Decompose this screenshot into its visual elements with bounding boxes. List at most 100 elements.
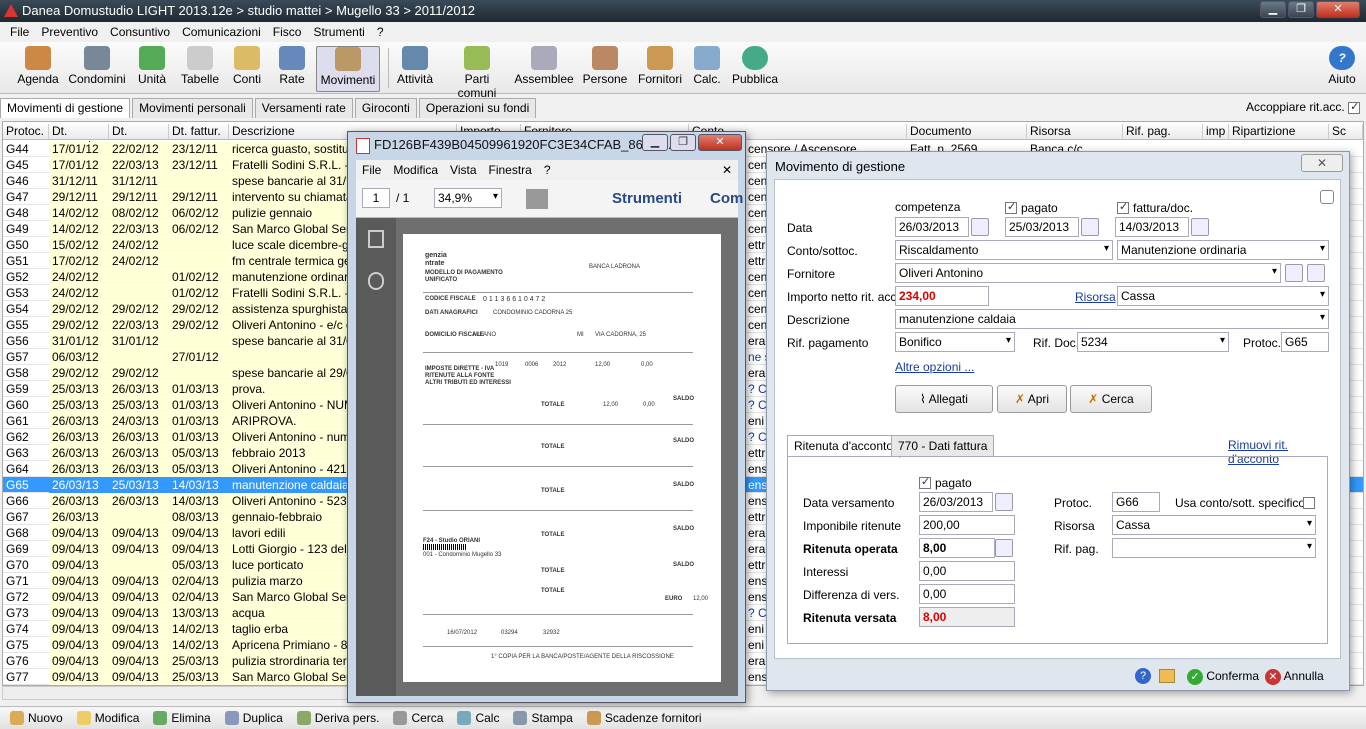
stampa-button[interactable]: Stampa <box>513 711 573 725</box>
duplica-button[interactable]: Duplica <box>224 711 283 725</box>
toolbar-fornitori[interactable]: Fornitori <box>636 46 684 92</box>
menu-consuntivo[interactable]: Consuntivo <box>104 22 176 42</box>
toolbar-attivita[interactable]: Attività <box>394 46 436 92</box>
toolbar-agenda[interactable]: Agenda <box>14 46 62 92</box>
commenti-tab[interactable]: Com <box>710 190 743 207</box>
col-imp[interactable]: imp <box>1203 124 1229 140</box>
rif-doc-input[interactable]: 5234 <box>1077 332 1229 352</box>
importo-input[interactable]: 234,00 <box>895 286 989 306</box>
ritenuta-operata-input[interactable]: 8,00 <box>919 538 995 558</box>
col-risorsa[interactable]: Risorsa <box>1027 124 1123 140</box>
tab-ritenuta-acconto[interactable]: Ritenuta d'acconto <box>787 435 901 458</box>
nuovo-button[interactable]: Nuovo <box>10 711 63 725</box>
toolbar-unita[interactable]: Unità <box>132 46 172 92</box>
calendar-icon[interactable] <box>1191 218 1209 236</box>
conto-select[interactable]: Riscaldamento <box>895 240 1113 260</box>
maximize-button[interactable]: ❐ <box>1288 1 1314 18</box>
protoc-input[interactable]: G65 <box>1281 332 1329 352</box>
ritenuta-pagato-checkbox[interactable] <box>919 475 931 489</box>
interessi-input[interactable]: 0,00 <box>919 561 1015 581</box>
menu-help[interactable]: ? <box>371 22 390 42</box>
menu-file[interactable]: File <box>4 22 35 42</box>
fornitore-select[interactable]: Oliveri Antonino <box>895 263 1281 283</box>
rif-pagamento-select[interactable]: Bonifico <box>895 332 1015 352</box>
col-protoc[interactable]: Protoc. <box>3 124 49 140</box>
pdf-menu-modifica[interactable]: Modifica <box>387 160 444 180</box>
calendar-icon[interactable] <box>971 218 989 236</box>
data-versamento-input[interactable]: 26/03/2013 <box>919 492 993 512</box>
cerca-button[interactable]: Cerca <box>393 711 443 725</box>
tab-770-dati-fattura[interactable]: 770 - Dati fattura <box>891 435 995 457</box>
risorsa-select[interactable]: Cassa <box>1117 286 1329 306</box>
col-dt-pagam[interactable]: Dt. pagam. <box>109 124 169 152</box>
menu-fisco[interactable]: Fisco <box>267 22 308 42</box>
calculator-icon[interactable] <box>995 539 1013 557</box>
descrizione-input[interactable]: manutenzione caldaia <box>895 309 1329 329</box>
calendar-icon[interactable] <box>1081 218 1099 236</box>
toolbar-assemblee[interactable]: Assemblee <box>514 46 574 92</box>
minimize-button[interactable]: ▁ <box>1260 1 1286 18</box>
help-icon[interactable]: ? <box>1135 668 1151 684</box>
calendar-icon[interactable] <box>995 493 1013 511</box>
menu-comunicazioni[interactable]: Comunicazioni <box>176 22 267 42</box>
pages-icon[interactable] <box>368 230 384 248</box>
toolbar-movimenti[interactable]: Movimenti <box>316 46 380 92</box>
menu-strumenti[interactable]: Strumenti <box>307 22 370 42</box>
differenza-input[interactable]: 0,00 <box>919 584 1015 604</box>
data-pagamento-input[interactable]: 25/03/2013 <box>1005 217 1079 237</box>
ritenuta-rif-pag-select[interactable] <box>1112 538 1316 558</box>
toolbar-rate[interactable]: Rate <box>272 46 312 92</box>
pdf-menu-finestra[interactable]: Finestra <box>483 160 538 180</box>
menu-preventivo[interactable]: Preventivo <box>35 22 104 42</box>
toolbar-persone[interactable]: Persone <box>580 46 630 92</box>
window-icon[interactable] <box>1159 669 1175 683</box>
toolbar-parti-comuni[interactable]: Parti comuni <box>444 46 510 100</box>
pdf-menu-file[interactable]: File <box>356 160 387 180</box>
toolbar-conti[interactable]: Conti <box>228 46 266 92</box>
tab-movimenti-gestione[interactable]: Movimenti di gestione <box>0 98 131 118</box>
pdf-menu-help[interactable]: ? <box>538 160 557 180</box>
tab-operazioni-fondi[interactable]: Operazioni su fondi <box>418 98 537 118</box>
toolbar-tabelle[interactable]: Tabelle <box>178 46 222 92</box>
allegati-button[interactable]: ⌇ Allegati <box>895 385 993 413</box>
pdf-maximize-button[interactable]: ❐ <box>670 134 696 151</box>
zoom-select[interactable]: 34,9% <box>434 188 502 208</box>
pagato-checkbox[interactable] <box>1005 200 1017 214</box>
sottoconto-select[interactable]: Manutenzione ordinaria <box>1117 240 1329 260</box>
toolbar-aiuto[interactable]: ? Aiuto <box>1322 46 1362 92</box>
scadenze-fornitori-button[interactable]: Scadenze fornitori <box>586 711 702 725</box>
edit-icon[interactable] <box>1307 264 1325 282</box>
tab-versamenti-rate[interactable]: Versamenti rate <box>254 98 353 118</box>
pdf-close-button[interactable]: ✕ <box>698 134 742 151</box>
toolbar-calc[interactable]: Calc. <box>690 46 724 92</box>
accoppiare-checkbox[interactable] <box>1348 100 1361 114</box>
col-documento[interactable]: Documento <box>907 124 1027 140</box>
col-rif-pag[interactable]: Rif. pag. <box>1123 124 1203 140</box>
col-dt-compet[interactable]: Dt. compet. <box>49 124 109 152</box>
ritenuta-risorsa-select[interactable]: Cassa <box>1112 515 1316 535</box>
dialog-close-button[interactable]: ✕ <box>1301 154 1343 172</box>
altre-opzioni-link[interactable]: Altre opzioni ... <box>895 360 974 374</box>
data-fattura-input[interactable]: 14/03/2013 <box>1115 217 1189 237</box>
toolbar-condomini[interactable]: Condomini <box>68 46 126 92</box>
deriva-button[interactable]: Deriva pers. <box>296 711 379 725</box>
pdf-menu-vista[interactable]: Vista <box>444 160 482 180</box>
data-competenza-input[interactable]: 26/03/2013 <box>895 217 969 237</box>
folder-icon[interactable] <box>1285 264 1303 282</box>
col-sc[interactable]: Sc <box>1329 124 1363 140</box>
col-dt-fattur[interactable]: Dt. fattur. <box>169 124 229 140</box>
risorsa-link[interactable]: Risorsa <box>1075 290 1116 304</box>
calc-button[interactable]: Calc <box>457 711 499 725</box>
pdf-menu-close-icon[interactable]: ✕ <box>716 160 738 180</box>
usa-conto-checkbox[interactable] <box>1303 497 1315 509</box>
imponibile-input[interactable]: 200,00 <box>919 515 1015 535</box>
page-number-input[interactable]: 1 <box>362 188 390 208</box>
close-button[interactable]: ✕ <box>1316 1 1360 18</box>
ritenuta-protoc-input[interactable]: G66 <box>1112 492 1160 512</box>
tab-giroconti[interactable]: Giroconti <box>354 98 417 118</box>
attachment-icon[interactable] <box>368 272 384 290</box>
fattura-checkbox[interactable] <box>1117 200 1129 214</box>
elimina-button[interactable]: Elimina <box>153 711 211 725</box>
notes-icon[interactable] <box>1320 190 1334 204</box>
modifica-button[interactable]: Modifica <box>76 711 139 725</box>
